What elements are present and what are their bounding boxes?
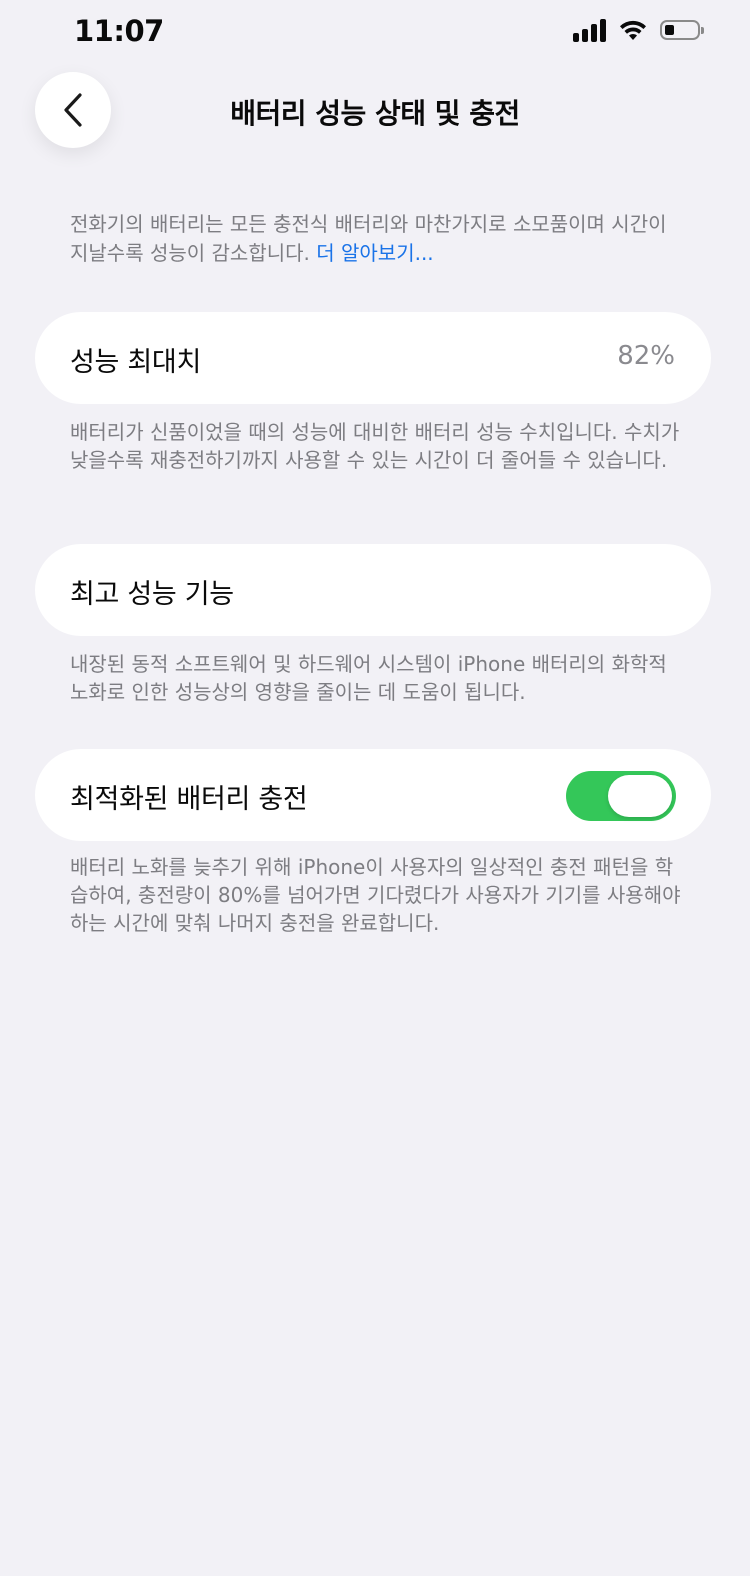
wifi-icon xyxy=(620,20,646,40)
learn-more-link[interactable]: 더 알아보기... xyxy=(316,241,433,265)
page-title: 배터리 성능 상태 및 충전 xyxy=(230,97,520,130)
maximum-capacity-value: 82% xyxy=(617,341,675,371)
optimized-charging-footnote: 배터리 노화를 늦추기 위해 iPhone이 사용자의 일상적인 충전 패턴을 … xyxy=(70,855,681,935)
optimized-charging-row: 최적화된 배터리 충전 xyxy=(35,749,711,841)
status-icons xyxy=(573,18,704,42)
status-time: 11:07 xyxy=(74,14,164,48)
status-bar: 11:07 xyxy=(0,0,750,64)
optimized-charging-label: 최적화된 배터리 충전 xyxy=(70,784,308,815)
intro-description: 전화기의 배터리는 모든 충전식 배터리와 마찬가지로 소모품이며 시간이 지날… xyxy=(70,210,690,268)
peak-performance-label: 최고 성능 기능 xyxy=(70,579,234,610)
cellular-signal-icon xyxy=(573,18,606,42)
maximum-capacity-label: 성능 최대치 xyxy=(70,347,201,378)
maximum-capacity-footnote: 배터리가 신품이었을 때의 성능에 대비한 배터리 성능 수치입니다. 수치가 … xyxy=(70,420,680,472)
maximum-capacity-row: 성능 최대치 82% xyxy=(35,312,711,404)
peak-performance-footnote: 내장된 동적 소프트웨어 및 하드웨어 시스템이 iPhone 배터리의 화학적… xyxy=(70,652,667,704)
navigation-bar: 배터리 성능 상태 및 충전 xyxy=(0,64,750,160)
battery-icon xyxy=(660,20,704,40)
toggle-knob xyxy=(608,775,672,817)
peak-performance-row: 최고 성능 기능 xyxy=(35,544,711,636)
optimized-charging-toggle[interactable] xyxy=(566,771,676,821)
